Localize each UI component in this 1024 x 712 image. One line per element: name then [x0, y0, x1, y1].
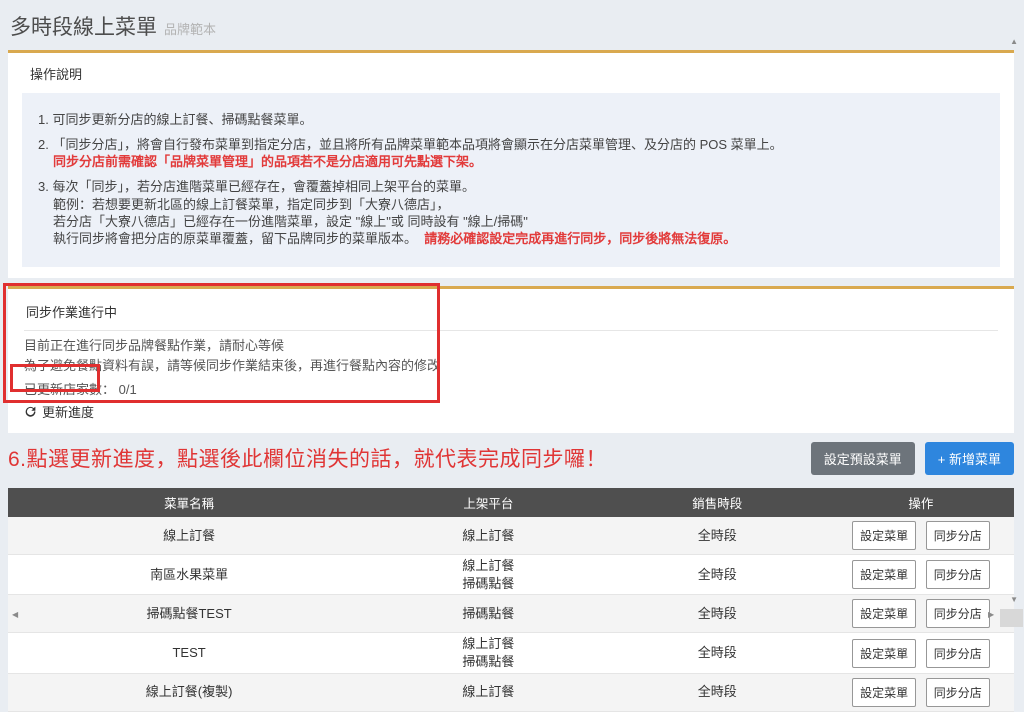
menu-name-cell: 線上訂餐(複製) [8, 673, 370, 711]
column-header-platform: 上架平台 [370, 488, 606, 517]
sync-branch-button[interactable]: 同步分店 [926, 678, 990, 707]
sync-branch-button[interactable]: 同步分店 [926, 599, 990, 628]
table-row: 南區水果菜單 線上訂餐掃碼點餐 全時段 設定菜單 同步分店 [8, 555, 1014, 595]
refresh-icon [24, 405, 37, 418]
instruction-item-2-text: 2. 「同步分店」，將會自行發布菜單到指定分店，並且將所有品牌菜單範本品項將會顯… [38, 136, 984, 153]
page-title: 多時段線上菜單 [10, 16, 157, 39]
period-cell: 全時段 [607, 673, 828, 711]
set-menu-button[interactable]: 設定菜單 [852, 599, 916, 628]
actions-cell: 設定菜單 同步分店 [828, 555, 1014, 595]
column-header-actions: 操作 [828, 488, 1014, 517]
instruction-item-1: 1. 可同步更新分店的線上訂餐、掃碼點餐菜單。 [38, 111, 984, 128]
set-menu-button[interactable]: 設定菜單 [852, 639, 916, 668]
set-default-menu-button[interactable]: 設定預設菜單 [811, 442, 915, 475]
sync-status-card: 同步作業進行中 目前正在進行同步品牌餐點作業，請耐心等候 為了避免餐點資料有誤，… [8, 286, 1014, 433]
platform-cell: 線上訂餐掃碼點餐 [370, 633, 606, 673]
instruction-item-3-detail: 若分店「大寮八德店」已經存在一份進階菜單，設定 "線上"或 同時設有 "線上/掃… [53, 213, 984, 230]
menu-table: 菜單名稱 上架平台 銷售時段 操作 線上訂餐 線上訂餐 全時段 設定菜單 同步分… [8, 488, 1014, 712]
instruction-item-3: 3. 每次「同步」，若分店進階菜單已經存在，會覆蓋掉相同上架平台的菜單。 範例：… [38, 178, 984, 247]
instruction-item-1-text: 1. 可同步更新分店的線上訂餐、掃碼點餐菜單。 [38, 111, 984, 128]
instructions-header: 操作說明 [30, 64, 1000, 83]
period-cell: 全時段 [607, 555, 828, 595]
menu-name-cell: 掃碼點餐TEST [8, 595, 370, 633]
scroll-up-arrow-icon[interactable]: ▲ [1010, 38, 1018, 46]
sync-updated-count: 已更新店家數： 0/1 [24, 379, 998, 398]
period-cell: 全時段 [607, 633, 828, 673]
instruction-item-3-warning: 請務必確認設定完成再進行同步，同步後將無法復原。 [424, 231, 736, 246]
menu-management-page: { "page": { "title": "多時段線上菜單", "subtitl… [0, 0, 1024, 634]
sync-status-line-1: 目前正在進行同步品牌餐點作業，請耐心等候 [24, 338, 998, 355]
instructions-card: 操作說明 1. 可同步更新分店的線上訂餐、掃碼點餐菜單。 2. 「同步分店」，將… [8, 50, 1014, 278]
platform-cell: 線上訂餐 [370, 673, 606, 711]
table-row: TEST 線上訂餐掃碼點餐 全時段 設定菜單 同步分店 [8, 633, 1014, 673]
table-row: 掃碼點餐TEST 掃碼點餐 全時段 設定菜單 同步分店 [8, 595, 1014, 633]
menu-table-header: 菜單名稱 上架平台 銷售時段 操作 [8, 488, 1014, 517]
actions-cell: 設定菜單 同步分店 [828, 673, 1014, 711]
platform-cell: 掃碼點餐 [370, 595, 606, 633]
step-annotation: 6.點選更新進度，點選後此欄位消失的話，就代表完成同步囉！ [8, 443, 607, 473]
set-menu-button[interactable]: 設定菜單 [852, 678, 916, 707]
sync-branch-button[interactable]: 同步分店 [926, 639, 990, 668]
instruction-item-3-example: 範例：若想要更新北區的線上訂餐菜單，指定同步到「大寮八德店」， [53, 196, 984, 213]
scrollbar-corner [1000, 609, 1023, 627]
refresh-progress-label: 更新進度 [42, 402, 94, 421]
column-header-menu-name: 菜單名稱 [8, 488, 370, 517]
sync-status-header: 同步作業進行中 [24, 297, 998, 331]
column-header-period: 銷售時段 [607, 488, 828, 517]
toolbar-buttons: 設定預設菜單 + 新增菜單 [811, 442, 1014, 475]
table-row: 線上訂餐(複製) 線上訂餐 全時段 設定菜單 同步分店 [8, 673, 1014, 711]
instructions-body: 1. 可同步更新分店的線上訂餐、掃碼點餐菜單。 2. 「同步分店」，將會自行發布… [22, 93, 1000, 267]
actions-cell: 設定菜單 同步分店 [828, 517, 1014, 555]
page-subtitle: 品牌範本 [164, 22, 216, 37]
set-menu-button[interactable]: 設定菜單 [852, 521, 916, 550]
table-row: 線上訂餐 線上訂餐 全時段 設定菜單 同步分店 [8, 517, 1014, 555]
period-cell: 全時段 [607, 595, 828, 633]
main-content: 多時段線上菜單品牌範本 操作說明 1. 可同步更新分店的線上訂餐、掃碼點餐菜單。… [8, 0, 1014, 712]
menu-table-body: 線上訂餐 線上訂餐 全時段 設定菜單 同步分店 南區水果菜單 線上訂餐掃碼點餐 … [8, 517, 1014, 711]
scroll-down-arrow-icon[interactable]: ▼ [1010, 596, 1018, 604]
add-menu-button[interactable]: + 新增菜單 [925, 442, 1014, 475]
scroll-right-arrow-icon[interactable]: ▶ [988, 611, 994, 619]
actions-cell: 設定菜單 同步分店 [828, 633, 1014, 673]
period-cell: 全時段 [607, 517, 828, 555]
instruction-item-2: 2. 「同步分店」，將會自行發布菜單到指定分店，並且將所有品牌菜單範本品項將會顯… [38, 136, 984, 170]
sync-branch-button[interactable]: 同步分店 [926, 521, 990, 550]
refresh-progress-link[interactable]: 更新進度 [24, 402, 94, 421]
sync-status-line-2: 為了避免餐點資料有誤，請等候同步作業結束後，再進行餐點內容的修改 [24, 358, 998, 375]
instruction-item-3-text: 3. 每次「同步」，若分店進階菜單已經存在，會覆蓋掉相同上架平台的菜單。 [38, 178, 984, 195]
platform-cell: 線上訂餐掃碼點餐 [370, 555, 606, 595]
page-title-row: 多時段線上菜單品牌範本 [8, 0, 1014, 50]
menu-name-cell: 線上訂餐 [8, 517, 370, 555]
instruction-item-3-result: 執行同步將會把分店的原菜單覆蓋，留下品牌同步的菜單版本。 請務必確認設定完成再進… [53, 230, 984, 247]
action-row: 6.點選更新進度，點選後此欄位消失的話，就代表完成同步囉！ 設定預設菜單 + 新… [8, 442, 1014, 475]
platform-cell: 線上訂餐 [370, 517, 606, 555]
menu-name-cell: 南區水果菜單 [8, 555, 370, 595]
scroll-left-arrow-icon[interactable]: ◀ [12, 611, 18, 619]
set-menu-button[interactable]: 設定菜單 [852, 560, 916, 589]
actions-cell: 設定菜單 同步分店 [828, 595, 1014, 633]
sync-branch-button[interactable]: 同步分店 [926, 560, 990, 589]
instruction-item-2-warning: 同步分店前需確認「品牌菜單管理」的品項若不是分店適用可先點選下架。 [53, 153, 984, 170]
menu-name-cell: TEST [8, 633, 370, 673]
